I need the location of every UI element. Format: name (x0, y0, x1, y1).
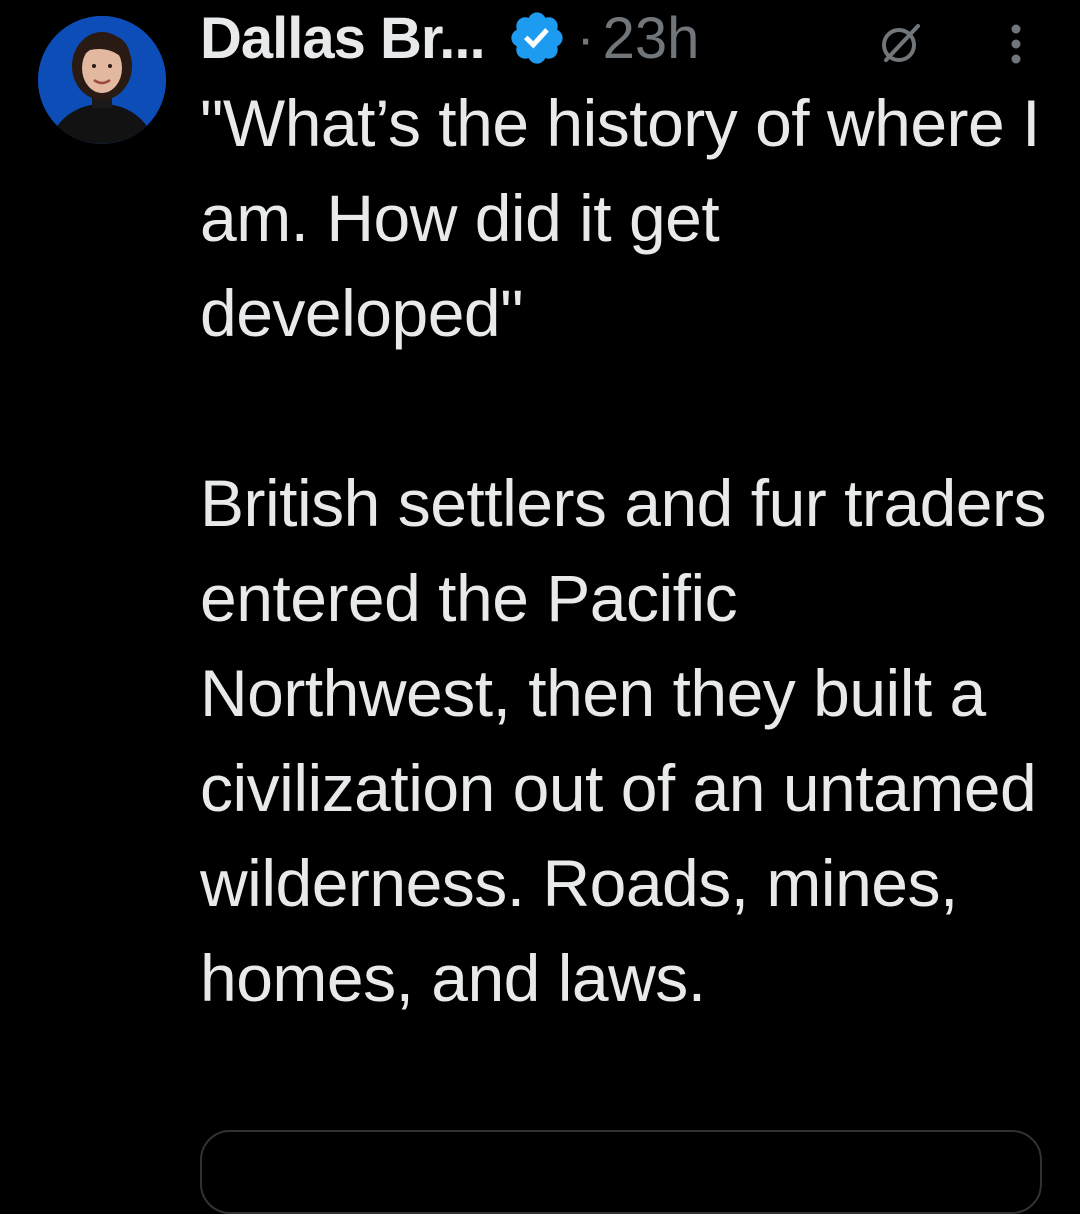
tweet[interactable]: Dallas Br... · 23h "What’s the history o… (0, 0, 1080, 1214)
avatar-portrait-icon (38, 16, 166, 144)
author-name[interactable]: Dallas Br... (200, 5, 486, 72)
header-separator: · (576, 8, 595, 68)
quoted-card[interactable] (200, 1130, 1042, 1214)
verified-badge-icon[interactable] (507, 8, 567, 68)
more-vertical-icon[interactable] (998, 20, 1034, 66)
avatar[interactable] (38, 16, 166, 144)
timestamp[interactable]: 23h (603, 5, 700, 72)
tweet-header: Dallas Br... · 23h (200, 0, 1060, 76)
tweet-text: "What’s the history of where I am. How d… (200, 86, 1047, 1015)
grok-icon[interactable] (878, 20, 924, 66)
